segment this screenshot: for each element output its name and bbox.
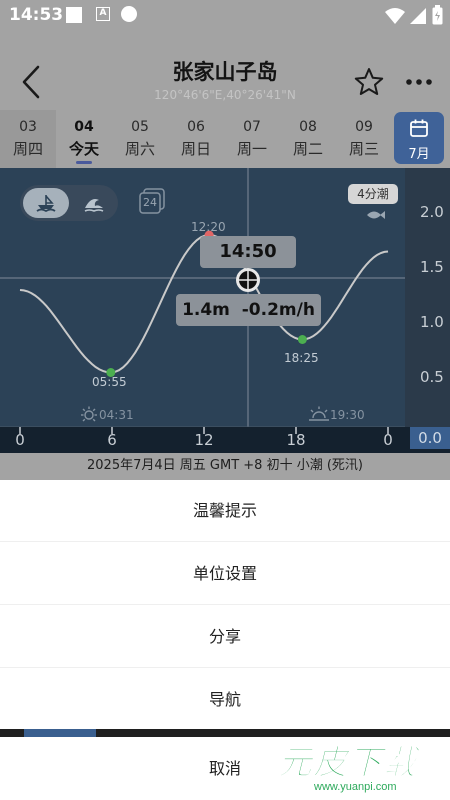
share-menu-item[interactable]: 分享 — [0, 606, 450, 668]
x-axis-tick: 6 — [107, 431, 117, 449]
selected-day-indicator — [76, 161, 92, 164]
y-axis-tick: 1.0 — [420, 313, 444, 331]
calendar-button[interactable]: 7月 — [394, 112, 444, 164]
low-tide-marker — [297, 335, 307, 344]
day-tabs: 03 周四 04 今天 05 周六 06 周日 07 周一 08 周二 09 周… — [0, 110, 450, 168]
sunset-icon — [309, 406, 329, 421]
tide-mode-button[interactable] — [23, 188, 69, 218]
day-number: 08 — [299, 119, 317, 135]
watermark-logo: 元皮下载 www.yuanpi.com — [268, 733, 450, 800]
sunrise-icon — [81, 406, 97, 422]
y-axis-tick: 2.0 — [420, 203, 444, 221]
date-info-bar: 2025年7月4日 周五 GMT +8 初十 小潮 (死汛) — [0, 453, 450, 480]
unit-settings-menu-item[interactable]: 单位设置 — [0, 543, 450, 605]
x-axis-tick: 12 — [194, 431, 214, 449]
day-tab[interactable]: 07 周一 — [224, 110, 280, 168]
day-weekday: 周二 — [292, 140, 323, 158]
tide-chart[interactable]: 24 4分潮 12:20 05:55 18:25 14:50 1.4m -0.2… — [0, 168, 450, 480]
sunset-time: 19:30 — [330, 408, 365, 422]
day-weekday: 周六 — [124, 140, 155, 158]
day-weekday: 周日 — [180, 140, 211, 158]
crosshair-icon[interactable] — [234, 266, 262, 294]
high-tide-time: 12:20 — [191, 220, 226, 234]
day-number: 03 — [19, 119, 37, 135]
calendar-month-label: 7月 — [408, 147, 430, 162]
status-bar: 14:53 A — [0, 0, 450, 32]
watermark-text: 元皮下载 — [278, 743, 418, 784]
day-weekday: 周四 — [12, 140, 43, 158]
chart-mode-toggle[interactable] — [20, 185, 118, 221]
cursor-time-tooltip: 14:50 — [200, 236, 296, 268]
y-axis-tick: 1.5 — [420, 258, 444, 276]
day-number: 07 — [243, 119, 261, 135]
battery-icon — [432, 5, 443, 25]
status-time: 14:53 — [9, 5, 64, 25]
day-weekday: 周一 — [236, 140, 267, 158]
sunrise-time: 04:31 — [99, 408, 134, 422]
day-weekday: 周三 — [348, 140, 379, 158]
calendar-icon — [410, 119, 428, 137]
y-axis-tick: 0.5 — [420, 368, 444, 386]
tide-level-badge: 4分潮 — [348, 184, 398, 204]
fish-icon — [367, 211, 385, 219]
day-number: 09 — [355, 119, 373, 135]
wave-icon — [84, 199, 104, 212]
circle-icon — [121, 6, 137, 22]
day-tab[interactable]: 05 周六 — [112, 110, 168, 168]
navigation-menu-item[interactable]: 导航 — [0, 669, 450, 731]
wifi-icon — [385, 8, 405, 24]
day-tab[interactable]: 09 周三 — [336, 110, 392, 168]
day-tab[interactable]: 03 周四 — [0, 110, 56, 168]
day-number: 04 — [74, 119, 94, 135]
star-icon[interactable] — [353, 66, 385, 98]
tips-menu-item[interactable]: 温馨提示 — [0, 480, 450, 542]
day-tab[interactable]: 06 周日 — [168, 110, 224, 168]
x-axis-tick: 0 — [383, 431, 393, 449]
24h-button[interactable]: 24 — [138, 187, 166, 215]
day-number: 05 — [131, 119, 149, 135]
y-axis-zero-label: 0.0 — [410, 427, 450, 449]
watermark-url: www.yuanpi.com — [314, 781, 397, 793]
day-tab-today[interactable]: 04 今天 — [56, 110, 112, 168]
signal-icon — [410, 8, 426, 24]
24h-label: 24 — [143, 196, 157, 209]
square-icon — [66, 7, 82, 23]
day-weekday: 今天 — [68, 140, 99, 158]
a-icon: A — [96, 7, 110, 21]
fishing-boat-icon — [36, 195, 56, 213]
x-axis-tick: 18 — [286, 431, 306, 449]
wave-mode-button[interactable] — [72, 188, 116, 218]
day-tab[interactable]: 08 周二 — [280, 110, 336, 168]
more-dots-icon[interactable] — [404, 70, 434, 94]
low-tide-time: 18:25 — [284, 351, 319, 365]
x-axis-tick: 0 — [15, 431, 25, 449]
low-tide-time: 05:55 — [92, 375, 127, 389]
day-number: 06 — [187, 119, 205, 135]
cursor-value-tooltip: 1.4m -0.2m/h — [176, 294, 321, 326]
